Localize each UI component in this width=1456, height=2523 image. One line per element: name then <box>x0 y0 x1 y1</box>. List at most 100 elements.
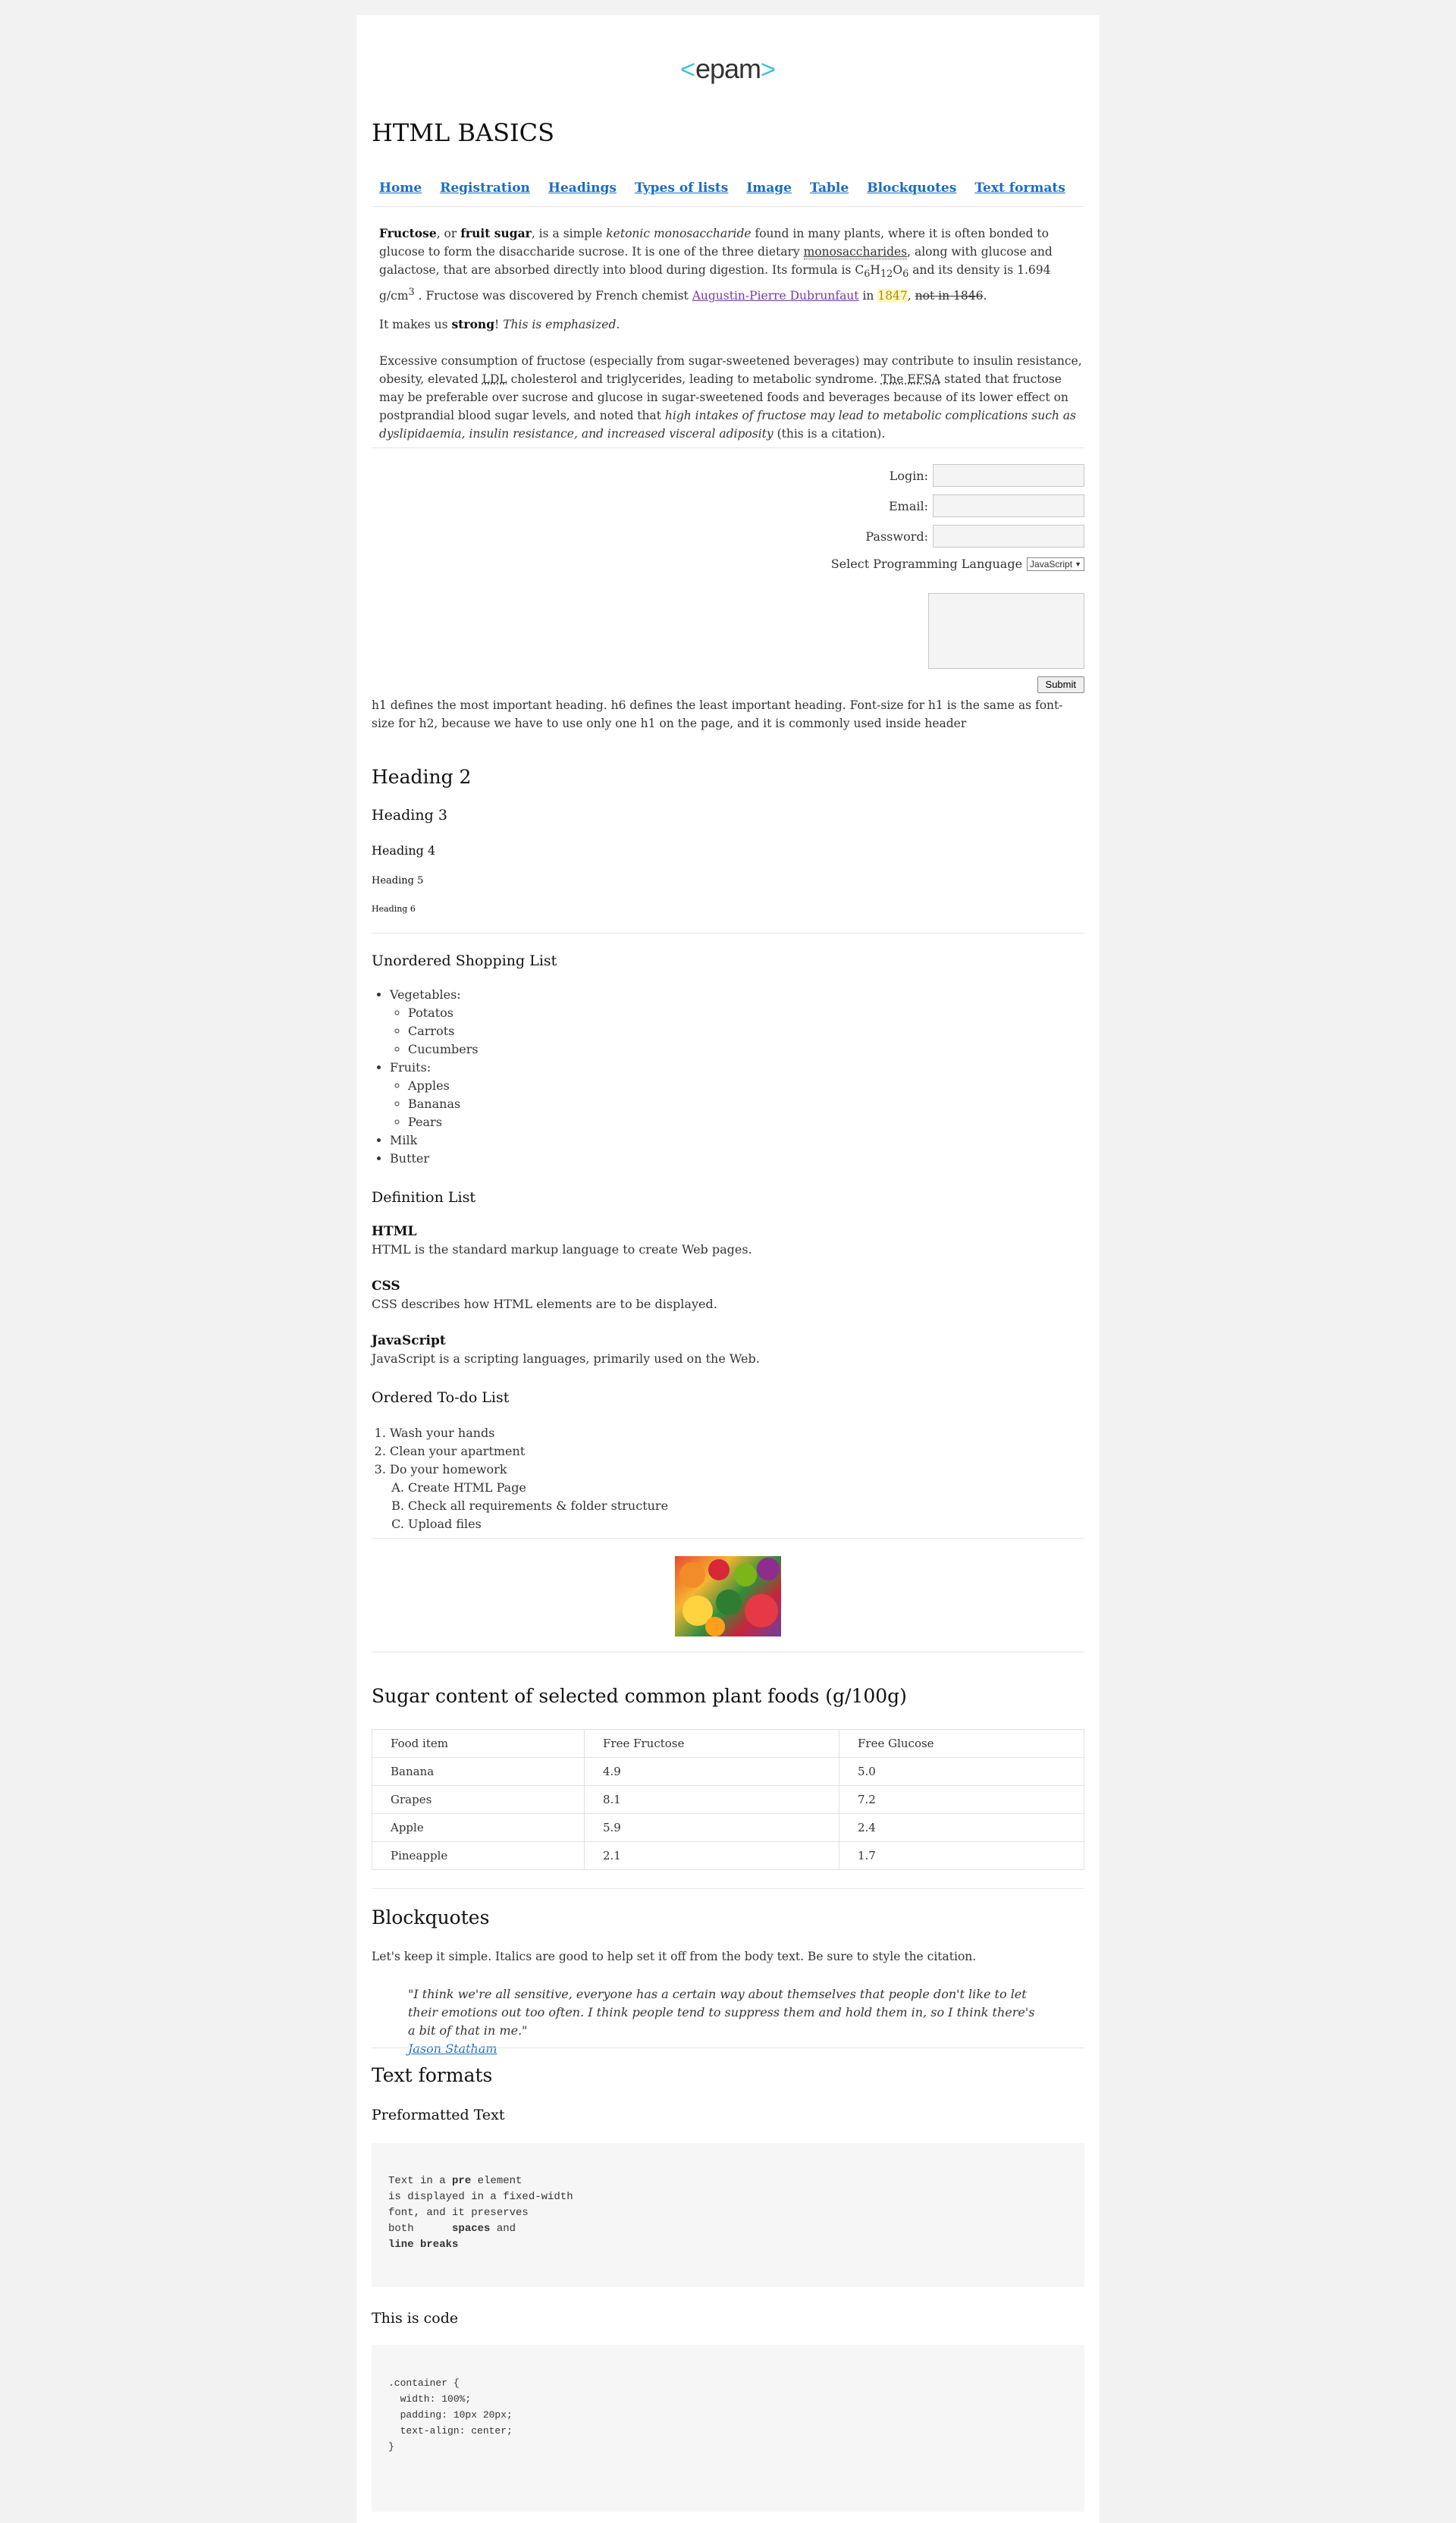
unordered-list-title: Unordered Shopping List <box>372 952 557 969</box>
list-item: Carrots <box>408 1022 479 1040</box>
page-container: <epam> HTML BASICS Home Registration Hea… <box>356 15 1100 2523</box>
email-label: Email: <box>888 498 928 513</box>
table-cell: Grapes <box>372 1785 585 1814</box>
table-cell: 1.7 <box>839 1841 1084 1870</box>
heading-5: Heading 5 <box>372 875 424 887</box>
nav-home[interactable]: Home <box>379 180 422 196</box>
strong-paragraph: It makes us strong! This is emphasized. <box>379 317 620 331</box>
list-item: Create HTML Page <box>408 1479 668 1497</box>
sugar-table: Food item Free Fructose Free Glucose Ban… <box>372 1729 1084 1870</box>
table-row: Apple 5.9 2.4 <box>372 1813 1084 1842</box>
heading-2: Heading 2 <box>372 766 472 788</box>
table-title: Sugar content of selected common plant f… <box>372 1685 907 1707</box>
email-input[interactable] <box>933 494 1084 517</box>
login-input[interactable] <box>933 464 1084 487</box>
list-item: Upload files <box>408 1515 668 1533</box>
nav-image[interactable]: Image <box>746 180 792 196</box>
nav-types-of-lists[interactable]: Types of lists <box>635 180 728 196</box>
list-item: Apples <box>408 1077 479 1095</box>
list-item: Check all requirements & folder structur… <box>408 1497 668 1515</box>
headings-note: h1 defines the most important heading. h… <box>372 698 1063 730</box>
abbr-ldl: LDL <box>482 372 507 386</box>
definition-item: HTML HTML is the standard markup languag… <box>372 1224 752 1257</box>
epam-logo[interactable]: <epam> <box>356 53 1100 85</box>
fruits-image <box>675 1556 781 1636</box>
shopping-list: Vegetables: Potatos Carrots Cucumbers Fr… <box>372 986 479 1168</box>
login-row: Login: <box>890 464 1084 487</box>
site-title: HTML BASICS <box>372 118 555 147</box>
definition-desc: CSS describes how HTML elements are to b… <box>372 1297 717 1311</box>
divider <box>372 933 1084 934</box>
list-item: Fruits: Apples Bananas Pears <box>390 1059 479 1131</box>
password-label: Password: <box>865 529 928 544</box>
definition-item: CSS CSS describes how HTML elements are … <box>372 1279 717 1311</box>
table-header-cell: Food item <box>372 1729 585 1758</box>
table-cell: 5.0 <box>839 1757 1084 1786</box>
heading-6: Heading 6 <box>372 904 416 914</box>
password-row: Password: <box>865 525 1084 548</box>
list-item: Clean your apartment <box>390 1442 668 1461</box>
table-cell: 2.4 <box>839 1813 1084 1842</box>
submit-button[interactable]: Submit <box>1037 676 1084 693</box>
text-formats-title: Text formats <box>372 2064 493 2086</box>
table-cell: 5.9 <box>584 1813 839 1842</box>
language-label: Select Programming Language <box>830 557 1023 571</box>
table-cell: Banana <box>372 1757 585 1786</box>
list-item: Bananas <box>408 1095 479 1113</box>
abbr-monosaccharides: monosaccharides <box>803 245 908 259</box>
table-header-row: Food item Free Fructose Free Glucose <box>372 1729 1084 1758</box>
table-header-cell: Free Fructose <box>584 1729 839 1758</box>
table-cell: 2.1 <box>584 1841 839 1870</box>
language-select[interactable]: JavaScript ▼ <box>1027 557 1084 571</box>
definition-desc: JavaScript is a scripting languages, pri… <box>372 1351 760 1366</box>
divider <box>372 447 1084 448</box>
divider <box>372 1538 1084 1539</box>
language-row: Select Programming Language JavaScript ▼ <box>831 557 1084 571</box>
strikethrough-text: not in 1846 <box>915 289 984 303</box>
intro-paragraph: Fructose, or fruit sugar, is a simple ke… <box>379 226 1053 303</box>
definition-term: JavaScript <box>372 1333 446 1348</box>
code-block: .container { width: 100%; padding: 10px … <box>372 2345 1084 2512</box>
list-item: Pears <box>408 1113 479 1131</box>
table-cell: 7.2 <box>839 1785 1084 1814</box>
abbr-efsa: The EFSA <box>880 372 941 386</box>
table-row: Banana 4.9 5.0 <box>372 1757 1084 1786</box>
nav-text-formats[interactable]: Text formats <box>974 180 1065 196</box>
main-nav: Home Registration Headings Types of list… <box>379 180 1084 196</box>
quote-text: "I think we're all sensitive, everyone h… <box>408 1987 1035 2038</box>
list-item: Wash your hands <box>390 1424 668 1442</box>
chevron-down-icon: ▼ <box>1075 560 1081 568</box>
email-row: Email: <box>889 494 1084 517</box>
heading-4: Heading 4 <box>372 843 436 858</box>
divider <box>372 206 1084 207</box>
highlight-year: 1847 <box>877 289 908 303</box>
divider <box>372 1888 1084 1889</box>
list-item: Cucumbers <box>408 1040 479 1059</box>
quote-author-link[interactable]: Jason Statham <box>408 2040 1037 2058</box>
definition-list-title: Definition List <box>372 1189 475 1206</box>
message-textarea[interactable] <box>928 593 1084 669</box>
table-cell: 8.1 <box>584 1785 839 1814</box>
nav-blockquotes[interactable]: Blockquotes <box>867 180 956 196</box>
definition-item: JavaScript JavaScript is a scripting lan… <box>372 1333 760 1366</box>
nav-registration[interactable]: Registration <box>440 180 530 196</box>
excess-paragraph: Excessive consumption of fructose (espec… <box>379 354 1082 441</box>
heading-3: Heading 3 <box>372 807 447 824</box>
list-item: Milk <box>390 1131 479 1150</box>
table-cell: 4.9 <box>584 1757 839 1786</box>
list-item: Butter <box>390 1150 479 1168</box>
preformatted-title: Preformatted Text <box>372 2107 505 2123</box>
todo-list: Wash your hands Clean your apartment Do … <box>372 1424 668 1533</box>
nav-table[interactable]: Table <box>810 180 849 196</box>
table-row: Pineapple 2.1 1.7 <box>372 1841 1084 1870</box>
preformatted-block: Text in a pre element is displayed in a … <box>372 2143 1084 2287</box>
password-input[interactable] <box>933 525 1084 548</box>
dubrunfaut-link[interactable]: Augustin-Pierre Dubrunfaut <box>692 289 859 303</box>
table-header-cell: Free Glucose <box>839 1729 1084 1758</box>
blockquotes-title: Blockquotes <box>372 1906 490 1928</box>
list-item: Vegetables: Potatos Carrots Cucumbers <box>390 986 479 1059</box>
ordered-list-title: Ordered To-do List <box>372 1389 510 1406</box>
list-item: Do your homework Create HTML Page Check … <box>390 1461 668 1533</box>
list-item: Potatos <box>408 1004 479 1022</box>
nav-headings[interactable]: Headings <box>548 180 617 196</box>
